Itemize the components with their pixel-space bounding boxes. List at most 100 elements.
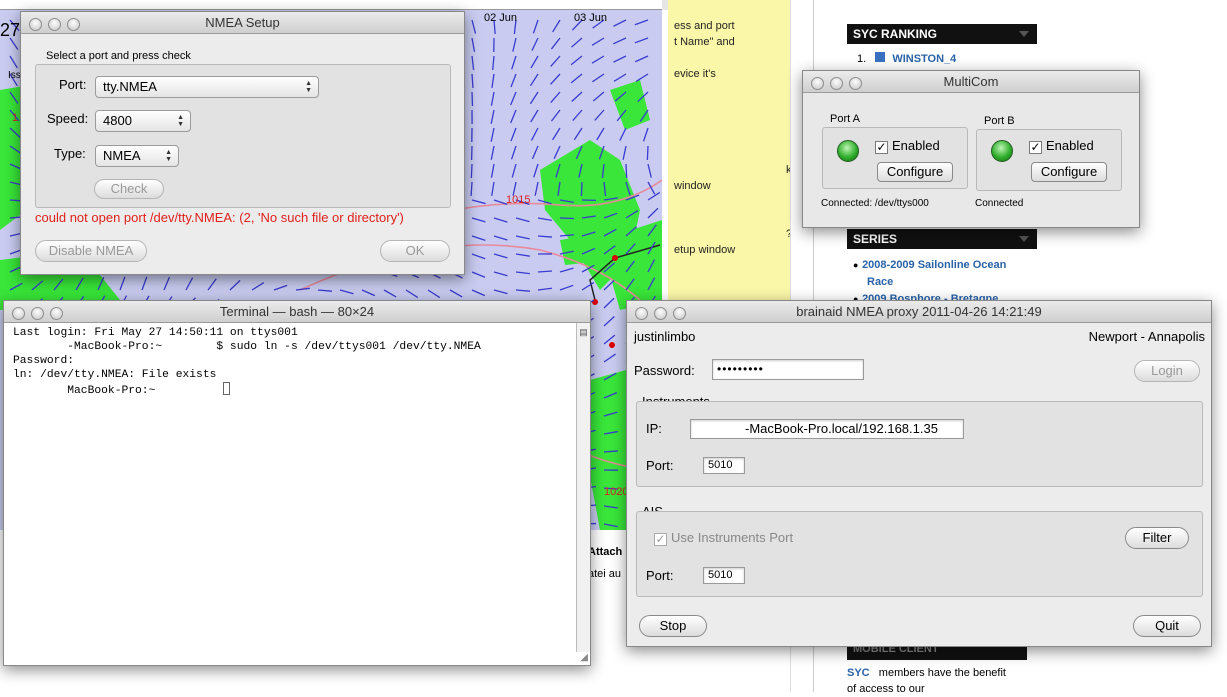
resize-grip-icon[interactable]: ◢ [580, 652, 588, 663]
wind-arrow [472, 56, 474, 70]
title-bar[interactable]: NMEA Setup [21, 12, 464, 34]
quit-button[interactable]: Quit [1133, 615, 1201, 637]
type-select[interactable]: NMEA▲▼ [95, 145, 179, 167]
minimize-icon[interactable] [31, 307, 44, 320]
type-label: Type: [54, 146, 86, 161]
ranking-name-link[interactable]: WINSTON_4 [892, 53, 956, 65]
terminal-line: Password: [13, 354, 577, 368]
enabled-checkbox[interactable]: ✓Enabled [875, 138, 940, 154]
window-title: NMEA Setup [205, 15, 279, 30]
wind-arrow [592, 38, 604, 45]
ranking-rank: 1. [857, 53, 866, 65]
route-waypoint [612, 255, 618, 261]
configure-button-b[interactable]: Configure [1031, 162, 1107, 182]
password-field[interactable]: ••••••••• [712, 359, 864, 380]
zoom-icon[interactable] [673, 307, 686, 320]
configure-button-a[interactable]: Configure [877, 162, 953, 182]
list-item[interactable]: Race [853, 273, 1033, 290]
boat-icon [875, 52, 885, 62]
scrollbar[interactable]: ▤ [576, 323, 590, 652]
wind-arrow [472, 236, 485, 240]
wind-arrow [406, 290, 418, 298]
ip-label: IP: [646, 421, 662, 436]
chevron-down-icon[interactable] [1019, 236, 1029, 242]
login-button[interactable]: Login [1134, 360, 1200, 382]
zoom-icon[interactable] [849, 77, 862, 90]
instruments-port-field[interactable]: 5010 [703, 457, 745, 474]
port-label: Port: [646, 458, 673, 473]
syc-link[interactable]: SYC [847, 667, 870, 679]
wind-arrow [516, 218, 530, 222]
close-icon[interactable] [635, 307, 648, 320]
filter-button[interactable]: Filter [1125, 527, 1189, 549]
port-label: Port: [59, 77, 86, 92]
wind-arrow [623, 146, 626, 160]
password-label: Password: [634, 363, 695, 378]
wind-arrow [296, 288, 310, 290]
land-mass [610, 80, 650, 130]
zoom-icon[interactable] [67, 18, 80, 31]
attach-label: Attach [588, 546, 622, 558]
close-icon[interactable] [29, 18, 42, 31]
wind-arrow [494, 290, 508, 294]
route-waypoint [592, 299, 598, 305]
enabled-checkbox[interactable]: ✓ Enabled [1029, 138, 1094, 154]
close-icon[interactable] [811, 77, 824, 90]
username: justinlimbo [634, 329, 695, 344]
window-title: Terminal — bash — 80×24 [220, 304, 374, 319]
wind-arrow [613, 56, 626, 62]
ok-button[interactable]: OK [380, 240, 450, 262]
use-instruments-checkbox[interactable]: ✓ Use Instruments Port [654, 530, 793, 546]
updown-arrows-icon: ▲▼ [165, 149, 172, 163]
ip-field[interactable]: -MacBook-Pro.local/192.168.1.35 [690, 419, 964, 439]
zoom-icon[interactable] [50, 307, 63, 320]
wind-arrow [512, 164, 516, 177]
use-instruments-label: Use Instruments Port [671, 530, 793, 545]
series-header[interactable]: SERIES [847, 229, 1037, 249]
note-line: window [674, 180, 711, 192]
wind-arrow [534, 164, 538, 177]
wind-arrow [142, 277, 147, 290]
wind-arrow [511, 74, 516, 87]
series-link[interactable]: Race [867, 276, 893, 288]
checkmark-icon[interactable]: ✓ [1029, 141, 1042, 154]
title-bar[interactable]: brainaid NMEA proxy 2011-04-26 14:21:49 [627, 301, 1211, 323]
close-icon[interactable] [12, 307, 25, 320]
speed-select[interactable]: 4800▲▼ [95, 110, 191, 132]
split-pane-icon[interactable]: ▤ [578, 327, 589, 338]
title-bar[interactable]: MultiCom [803, 71, 1139, 93]
ais-group: ✓Use Instruments Port Filter Port: 5010 [636, 511, 1203, 597]
wind-arrow [230, 280, 240, 290]
mobile-line2: of access to our [847, 683, 925, 695]
enabled-label: Enabled [1046, 138, 1094, 153]
window-title: brainaid NMEA proxy 2011-04-26 14:21:49 [796, 304, 1041, 319]
check-button[interactable]: Check [94, 179, 164, 199]
title-bar[interactable]: Terminal — bash — 80×24 [4, 301, 590, 323]
terminal-output[interactable]: Last login: Fri May 27 14:50:11 on ttys0… [5, 323, 577, 652]
checkmark-icon[interactable]: ✓ [654, 533, 667, 546]
window-controls [811, 75, 868, 97]
ais-port-field[interactable]: 5010 [703, 567, 745, 584]
wind-arrow [491, 146, 494, 160]
port-select[interactable]: tty.NMEA▲▼ [95, 76, 319, 98]
timeline-bar: 02 Jun 03 Jun [0, 0, 662, 10]
list-item[interactable]: ● 2008-2009 Sailonline Ocean [853, 256, 1033, 273]
port-value: tty.NMEA [103, 79, 157, 94]
stop-button[interactable]: Stop [639, 615, 707, 637]
minimize-icon[interactable] [654, 307, 667, 320]
wind-arrow [553, 20, 560, 32]
series-link[interactable]: 2008-2009 Sailonline Ocean [862, 259, 1006, 271]
ranking-header[interactable]: SYC RANKING [847, 24, 1037, 44]
minimize-icon[interactable] [48, 18, 61, 31]
checkmark-icon[interactable]: ✓ [875, 141, 888, 154]
disable-nmea-button[interactable]: Disable NMEA [35, 240, 147, 262]
wind-arrow [538, 288, 552, 290]
wind-arrow [560, 268, 573, 272]
wind-arrow [318, 290, 332, 291]
chevron-down-icon[interactable] [1019, 31, 1029, 37]
wind-arrow [551, 56, 560, 66]
wind-arrow [531, 110, 538, 122]
multicom-window: MultiCom Port A ✓Enabled Configure Port … [802, 70, 1140, 228]
minimize-icon[interactable] [830, 77, 843, 90]
wind-arrow [494, 218, 507, 222]
